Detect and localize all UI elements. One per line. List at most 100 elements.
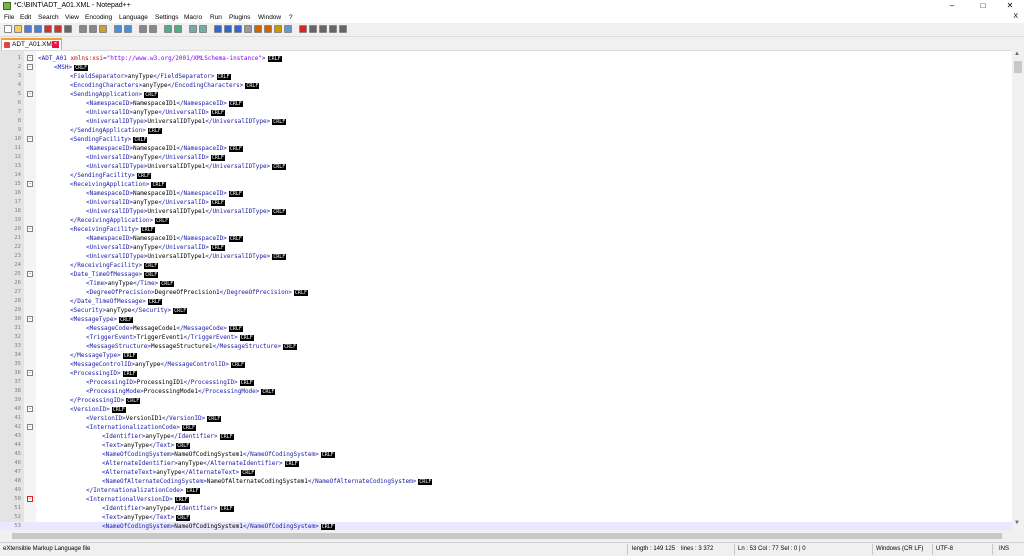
code-line[interactable]: 49 </InternationalizationCode> CRLF [0,486,1012,495]
code-line[interactable]: 26 <Time>anyType</Time> CRLF [0,279,1012,288]
code-line[interactable]: 19 </ReceivingApplication> CRLF [0,216,1012,225]
code-line[interactable]: 14 </SendingFacility> CRLF [0,171,1012,180]
undo-icon[interactable] [114,25,122,33]
code-line[interactable]: 21 <NamespaceID>NamespaceID1</NamespaceID… [0,234,1012,243]
code-line[interactable]: 6 <NamespaceID>NamespaceID1</NamespaceID>… [0,99,1012,108]
code-line[interactable]: 44 <Text>anyType</Text> CRLF [0,441,1012,450]
code-line[interactable]: 46 <AlternateIdentifier>anyType</Alternat… [0,459,1012,468]
code-line[interactable]: 3 <FieldSeparator>anyType</FieldSeparator… [0,72,1012,81]
code-line[interactable]: 25- <Date_TimeOfMessage> CRLF [0,270,1012,279]
redo-icon[interactable] [124,25,132,33]
stop-record-icon[interactable] [309,25,317,33]
function-list-icon[interactable] [264,25,272,33]
fold-toggle-icon[interactable]: - [27,370,33,376]
code-line[interactable]: 36- <ProcessingID> CRLF [0,369,1012,378]
menu-plugins[interactable]: Plugins [229,13,250,22]
menu-view[interactable]: View [65,13,79,22]
fold-toggle-icon[interactable]: - [27,424,33,430]
save-all-icon[interactable] [34,25,42,33]
code-line[interactable]: 38 <ProcessingMode>ProcessingMode1</Proce… [0,387,1012,396]
code-line[interactable]: 52 <Text>anyType</Text> CRLF [0,513,1012,522]
menu-help[interactable]: ? [289,13,293,22]
word-wrap-icon[interactable] [214,25,222,33]
close-all-icon[interactable] [54,25,62,33]
code-line[interactable]: 22 <UniversalID>anyType</UniversalID> CRLF [0,243,1012,252]
close-window-button[interactable]: ✕ [996,0,1024,12]
fold-toggle-icon[interactable]: - [27,55,33,61]
fold-toggle-icon[interactable]: - [27,316,33,322]
print-icon[interactable] [64,25,72,33]
find-icon[interactable] [139,25,147,33]
code-line[interactable]: 7 <UniversalID>anyType</UniversalID> CRLF [0,108,1012,117]
code-line[interactable]: 15- <ReceivingApplication> CRLF [0,180,1012,189]
fold-toggle-icon[interactable]: - [27,226,33,232]
save-icon[interactable] [24,25,32,33]
record-macro-icon[interactable] [299,25,307,33]
fold-toggle-icon[interactable]: - [27,496,33,502]
menu-settings[interactable]: Settings [155,13,179,22]
monitoring-icon[interactable] [284,25,292,33]
menu-edit[interactable]: Edit [20,13,31,22]
fold-toggle-icon[interactable]: - [27,91,33,97]
scroll-up-icon[interactable]: ▲ [1014,51,1020,57]
code-line[interactable]: 40- <VersionID> CRLF [0,405,1012,414]
code-line[interactable]: 30- <MessageType> CRLF [0,315,1012,324]
menu-window[interactable]: Window [258,13,281,22]
code-line[interactable]: 31 <MessageCode>MessageCode1</MessageCode… [0,324,1012,333]
menu-encoding[interactable]: Encoding [85,13,112,22]
code-line[interactable]: 2- <MSH> CRLF [0,63,1012,72]
zoom-in-icon[interactable] [164,25,172,33]
code-line[interactable]: 8 <UniversalIDType>UniversalIDType1</Univ… [0,117,1012,126]
new-file-icon[interactable] [4,25,12,33]
sync-horizontal-icon[interactable] [199,25,207,33]
code-line[interactable]: 45 <NameOfCodingSystem>NameOfCodingSystem… [0,450,1012,459]
code-line[interactable]: 10- <SendingFacility> CRLF [0,135,1012,144]
tab-close-icon[interactable]: × [52,41,59,48]
code-line[interactable]: 42- <InternationalizationCode> CRLF [0,423,1012,432]
run-macro-icon[interactable] [329,25,337,33]
folder-workspace-icon[interactable] [274,25,282,33]
cut-icon[interactable] [79,25,87,33]
code-line[interactable]: 37 <ProcessingID>ProcessingID1</Processin… [0,378,1012,387]
show-all-chars-icon[interactable] [224,25,232,33]
indent-guide-icon[interactable] [234,25,242,33]
open-file-icon[interactable] [14,25,22,33]
code-line[interactable]: 5- <SendingApplication> CRLF [0,90,1012,99]
horizontal-scroll-thumb[interactable] [12,533,1002,539]
code-line[interactable]: 17 <UniversalID>anyType</UniversalID> CRLF [0,198,1012,207]
code-line[interactable]: 24 </ReceivingFacility> CRLF [0,261,1012,270]
code-line[interactable]: 1- <ADT_A01 xmlns:xsi="http://www.w3.org/… [0,54,1012,63]
code-line[interactable]: 27 <DegreeOfPrecision>DegreeOfPrecision1<… [0,288,1012,297]
code-line[interactable]: 48 <NameOfAlternateCodingSystem>NameOfAlt… [0,477,1012,486]
menu-language[interactable]: Language [119,13,148,22]
minimize-button[interactable]: – [938,0,966,12]
code-line[interactable]: 12 <UniversalID>anyType</UniversalID> CRLF [0,153,1012,162]
menu-search[interactable]: Search [38,13,59,22]
vertical-scrollbar[interactable]: ▲ ▼ [1012,50,1024,530]
menu-run[interactable]: Run [210,13,222,22]
code-line[interactable]: 33 <MessageStructure>MessageStructure1</M… [0,342,1012,351]
sync-vertical-icon[interactable] [189,25,197,33]
code-line[interactable]: 11 <NamespaceID>NamespaceID1</NamespaceID… [0,144,1012,153]
save-macro-icon[interactable] [339,25,347,33]
paste-icon[interactable] [99,25,107,33]
horizontal-scrollbar[interactable] [0,530,1012,542]
user-lang-icon[interactable] [244,25,252,33]
code-line[interactable]: 39 </ProcessingID> CRLF [0,396,1012,405]
vertical-scroll-thumb[interactable] [1014,61,1022,73]
code-line[interactable]: 4 <EncodingCharacters>anyType</EncodingCh… [0,81,1012,90]
fold-toggle-icon[interactable]: - [27,136,33,142]
playback-icon[interactable] [319,25,327,33]
menu-file[interactable]: File [4,13,14,22]
code-line[interactable]: 9 </SendingApplication> CRLF [0,126,1012,135]
fold-toggle-icon[interactable]: - [27,271,33,277]
editor[interactable]: 1- <ADT_A01 xmlns:xsi="http://www.w3.org/… [0,50,1012,531]
code-line[interactable]: 41 <VersionID>VersionID1</VersionID> CRLF [0,414,1012,423]
fold-toggle-icon[interactable]: - [27,64,33,70]
code-line[interactable]: 35 <MessageControlID>anyType</MessageCont… [0,360,1012,369]
code-line[interactable]: 28 </Date_TimeOfMessage> CRLF [0,297,1012,306]
doc-map-icon[interactable] [254,25,262,33]
code-line[interactable]: 32 <TriggerEvent>TriggerEvent1</TriggerEv… [0,333,1012,342]
copy-icon[interactable] [89,25,97,33]
fold-toggle-icon[interactable]: - [27,406,33,412]
